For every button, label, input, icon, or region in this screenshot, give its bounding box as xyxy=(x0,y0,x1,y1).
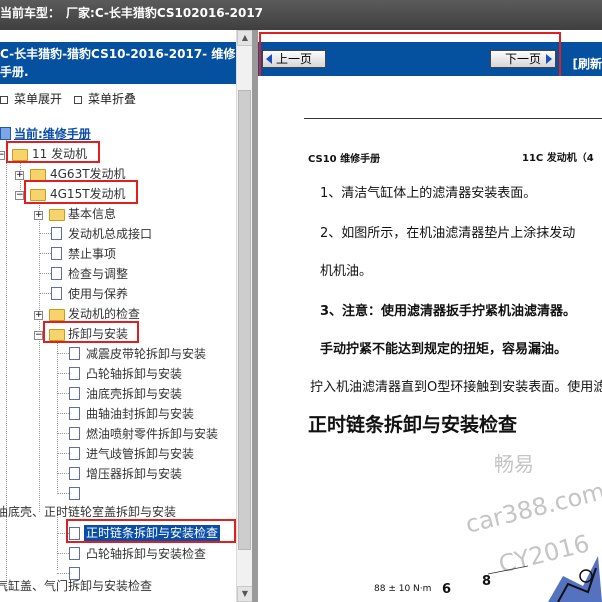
tree-guide-line xyxy=(57,493,69,494)
tree-guide-line xyxy=(57,553,69,554)
tree-item-crank-seal[interactable]: 曲轴油封拆卸与安装 xyxy=(86,406,194,422)
tree-guide-line xyxy=(39,273,51,274)
document-icon xyxy=(51,267,62,280)
tree-guide-line xyxy=(6,140,7,590)
document-icon xyxy=(69,407,80,420)
doc-step-4: 拧入机油滤清器直到O型环接触到安装表面。使用滤 xyxy=(310,380,602,395)
collapse-toggle-icon[interactable]: − xyxy=(34,331,43,340)
tree-guide-line xyxy=(39,253,51,254)
tree-item-damper-pulley[interactable]: 减震皮带轮拆卸与安装 xyxy=(86,346,206,362)
tree-guide-line xyxy=(57,373,69,374)
doc-step-2: 2、如图所示，在机油滤清器垫片上涂抹发动 xyxy=(320,226,576,241)
highlight-box xyxy=(24,180,138,204)
highlight-box xyxy=(259,32,561,78)
doc-section-title: 正时链条拆卸与安装检查 xyxy=(308,414,518,436)
title-value: 厂家:C-长丰猎豹CS102016-2017 xyxy=(66,6,264,20)
scroll-thumb[interactable] xyxy=(238,90,251,550)
manual-page: CS10 维修手册 11C 发动机（4 1、清洁气缸体上的滤清器安装表面。 2、… xyxy=(258,76,602,602)
refresh-link[interactable]: [刷新 xyxy=(573,55,602,72)
diagram-callout: 6 xyxy=(442,582,452,597)
document-icon xyxy=(69,467,80,480)
doc-header-left: CS10 维修手册 xyxy=(308,154,381,165)
current-label: 当前:维修手册 xyxy=(14,127,91,141)
tree-item-inspection[interactable]: 检查与调整 xyxy=(68,266,128,282)
tree-item-cylinder-head[interactable]: 气缸盖、气门拆卸与安装检查 xyxy=(0,578,152,594)
diagram-torque-label: 88 ± 10 N·m xyxy=(374,584,432,594)
document-icon xyxy=(51,227,62,240)
collapse-toggle-icon[interactable]: − xyxy=(15,191,24,200)
tree-item-prohibited[interactable]: 禁止事项 xyxy=(68,246,116,262)
doc-step-3: 3、注意：使用滤清器扳手拧紧机油滤清器。 xyxy=(320,304,577,319)
tree-item-basic-info[interactable]: 基本信息 xyxy=(68,206,116,222)
doc-step-1: 1、清洁气缸体上的滤清器安装表面。 xyxy=(320,186,537,201)
doc-header-right: 11C 发动机（4 xyxy=(522,153,594,164)
tree-item-turbocharger[interactable]: 增压器拆卸与安装 xyxy=(86,466,182,482)
tree-guide-line xyxy=(57,413,69,414)
highlight-box xyxy=(66,519,236,543)
current-page-icon xyxy=(0,127,11,140)
tree-item-camshaft-check[interactable]: 凸轮轴拆卸与安装检查 xyxy=(86,546,206,562)
collapse-toggle-icon[interactable]: − xyxy=(0,151,5,160)
tree-scrollbar[interactable]: ▲ ▼ xyxy=(236,30,253,602)
left-panel: C-长丰猎豹-猎豹CS10-2016-2017- 维修手册. 菜单展开 菜单折叠 … xyxy=(0,30,252,602)
document-icon xyxy=(69,387,80,400)
document-icon xyxy=(69,367,80,380)
document-icon xyxy=(69,487,80,500)
tree-guide-line xyxy=(57,433,69,434)
document-icon xyxy=(69,547,80,560)
expand-toggle-icon[interactable]: + xyxy=(15,171,24,180)
tree-guide-line xyxy=(57,453,69,454)
tree-item-engine-check[interactable]: 发动机的检查 xyxy=(68,306,140,322)
doc-step-3b: 手动拧紧不能达到规定的扭矩，容易漏油。 xyxy=(320,342,568,357)
title-bar: 当前车型： 厂家:C-长丰猎豹CS102016-2017 xyxy=(0,0,602,30)
tree-guide-line xyxy=(57,393,69,394)
tree-guide-line xyxy=(57,573,69,574)
navigation-tree: 当前:维修手册 − 11 发动机 + 4G63T发动机 − 4G15T发动机 +… xyxy=(0,30,236,602)
folder-icon xyxy=(49,209,65,221)
tree-guide-line xyxy=(39,233,51,234)
expand-toggle-icon[interactable]: + xyxy=(34,311,43,320)
tree-guide-line xyxy=(57,473,69,474)
tree-guide-line xyxy=(57,342,58,492)
engine-diagram xyxy=(488,556,602,602)
doc-header-rule xyxy=(304,118,602,119)
doc-step-2b: 机机油。 xyxy=(320,264,373,279)
tree-item-oil-pan-timing-cover[interactable]: 油底壳、正时链轮室盖拆卸与安装 xyxy=(0,504,176,520)
document-icon xyxy=(69,347,80,360)
app-window: 当前车型： 厂家:C-长丰猎豹CS102016-2017 C-长丰猎豹-猎豹CS1… xyxy=(0,0,602,602)
document-icon xyxy=(51,247,62,260)
tree-guide-line xyxy=(39,202,40,512)
document-icon xyxy=(69,427,80,440)
tree-item-fuel-injection[interactable]: 燃油喷射零件拆卸与安装 xyxy=(86,426,218,442)
watermark-text: 畅易 xyxy=(494,452,534,476)
highlight-box xyxy=(43,321,139,343)
tree-item-oil-pan[interactable]: 油底壳拆卸与安装 xyxy=(86,386,182,402)
folder-icon xyxy=(49,309,65,321)
content-panel: 上一页 下一页 [刷新 CS10 维修手册 11C 发动机（4 1、清洁气缸体上… xyxy=(258,30,602,602)
tree-item-intake-manifold[interactable]: 进气歧管拆卸与安装 xyxy=(86,446,194,462)
expand-toggle-icon[interactable]: + xyxy=(34,211,43,220)
tree-item-engine-assembly[interactable]: 发动机总成接口 xyxy=(68,226,152,242)
document-icon xyxy=(51,287,62,300)
tree-item-maintenance[interactable]: 使用与保养 xyxy=(68,286,128,302)
tree-guide-line xyxy=(39,293,51,294)
tree-item-camshaft[interactable]: 凸轮轴拆卸与安装 xyxy=(86,366,182,382)
scroll-up-icon[interactable]: ▲ xyxy=(237,30,253,46)
highlight-box xyxy=(6,141,100,163)
scroll-down-icon[interactable]: ▼ xyxy=(237,586,253,602)
document-icon xyxy=(69,447,80,460)
tree-guide-line xyxy=(57,353,69,354)
title-label: 当前车型： xyxy=(0,6,61,20)
